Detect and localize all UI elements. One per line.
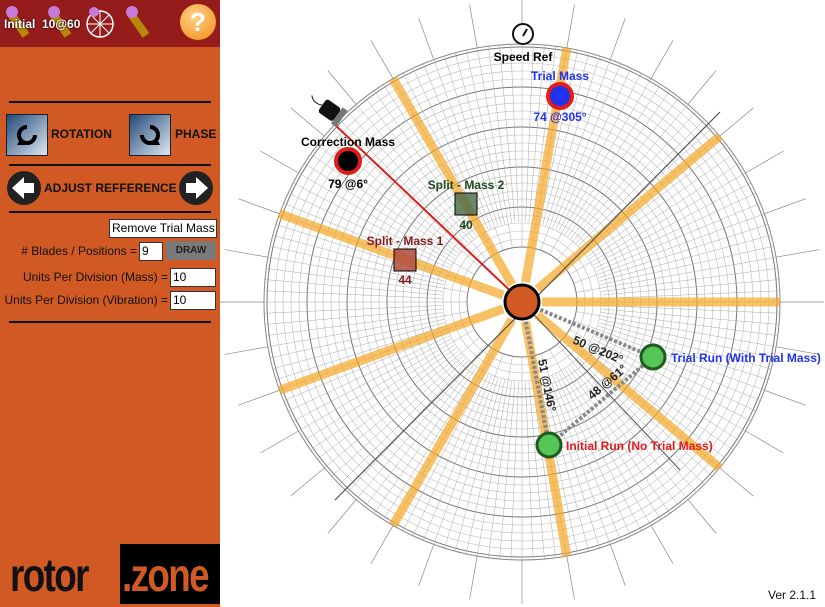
adjust-reference-label: ADJUST REFFERENCE <box>44 181 177 195</box>
vibration-units-input[interactable]: 10 <box>170 291 216 310</box>
rotate-cw-icon <box>140 125 160 145</box>
speed-ref-label: Speed Ref <box>494 50 554 64</box>
remove-trial-mass-button[interactable]: Remove Trial Mass <box>109 219 217 238</box>
version-label: Ver 2.1.1 <box>768 588 817 602</box>
trial-button[interactable]: 10@60 <box>42 17 80 31</box>
polar-plot[interactable]: 50 @202° 51 @146° 48 @61° Speed Ref Tria… <box>220 0 825 607</box>
divider <box>9 101 211 103</box>
trial-run-label: Trial Run (With Trial Mass) <box>671 351 821 365</box>
blade-position-line <box>389 317 516 528</box>
correction-mass-label: Correction Mass <box>301 135 395 149</box>
rotate-ccw-icon <box>17 125 37 145</box>
blade-position-line <box>534 132 723 293</box>
trial-run-marker[interactable] <box>639 343 667 371</box>
rotation-label: ROTATION <box>51 127 112 141</box>
toolbar: Initial 10@60 ? <box>0 0 220 47</box>
split2-label: Split - Mass 2 <box>428 178 505 192</box>
initial-button[interactable]: Initial <box>4 17 35 31</box>
vibration-units-label: Units Per Division (Vibration) = <box>4 293 168 307</box>
correction-mass-value: 79 @6° <box>328 177 368 191</box>
trial-mass-value: 74 @305° <box>533 110 586 124</box>
trial-mass-label: Trial Mass <box>531 69 589 83</box>
split2-value: 40 <box>459 218 473 232</box>
split2-marker[interactable] <box>454 192 478 216</box>
mass-units-label: Units Per Division (Mass) = <box>22 270 168 284</box>
blades-label: # Blades / Positions = <box>21 244 137 258</box>
draw-button[interactable]: DRAW <box>166 241 216 260</box>
split1-value: 44 <box>398 273 412 287</box>
blades-input[interactable]: 9 <box>139 242 163 261</box>
split1-label: Split - Mass 1 <box>367 234 444 248</box>
initial-run-marker[interactable] <box>535 431 563 459</box>
polar-probe-icon[interactable] <box>84 4 116 38</box>
divider <box>9 211 211 213</box>
divider <box>9 164 211 166</box>
speed-ref-icon <box>512 23 534 45</box>
adjust-right-button[interactable] <box>179 171 213 205</box>
mass-units-input[interactable]: 10 <box>170 268 216 287</box>
sidebar: Initial 10@60 ? ROTATION PHASE ADJUST RE… <box>0 0 220 607</box>
probe-icon[interactable] <box>124 4 152 38</box>
phase-button[interactable] <box>129 114 171 156</box>
arrow-left-icon <box>12 177 34 199</box>
split1-marker[interactable] <box>393 248 417 272</box>
rotation-button[interactable] <box>6 114 48 156</box>
divider <box>9 321 211 323</box>
rotor-center <box>503 283 541 321</box>
adjust-left-button[interactable] <box>7 171 41 205</box>
trial-mass-marker[interactable] <box>546 82 574 110</box>
help-button[interactable]: ? <box>180 4 216 40</box>
arrow-right-icon <box>186 177 208 199</box>
initial-run-label: Initial Run (No Trial Mass) <box>566 439 713 453</box>
logo: rotor .zone <box>0 544 220 604</box>
phase-label: PHASE <box>175 127 217 141</box>
correction-mass-marker[interactable] <box>334 147 362 175</box>
